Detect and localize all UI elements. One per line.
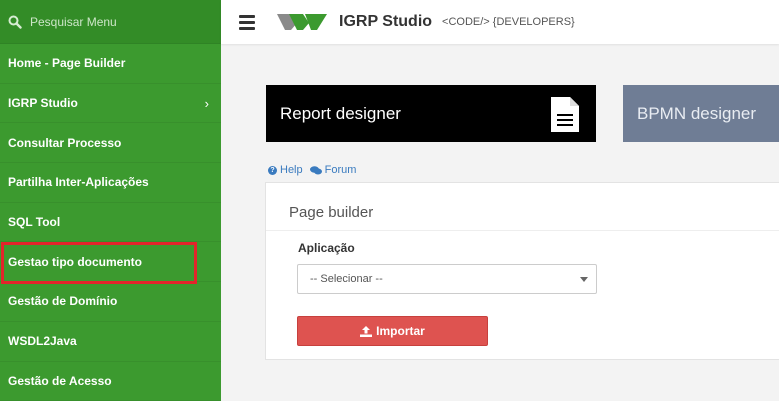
chevron-right-icon: › [204, 95, 209, 111]
sidebar-item-label: WSDL2Java [8, 334, 77, 349]
sidebar-item-wsdl2java[interactable]: WSDL2Java [0, 322, 221, 362]
aplicacao-label: Aplicação [298, 241, 355, 255]
sidebar-item-consultar-processo[interactable]: Consultar Processo [0, 123, 221, 164]
sidebar-item-label: Home - Page Builder [8, 56, 126, 71]
bpmn-designer-tile[interactable]: BPMN designer [623, 85, 779, 142]
sidebar-item-label: Consultar Processo [8, 135, 122, 150]
aplicacao-select[interactable]: -- Selecionar -- [297, 264, 597, 294]
help-links: ? Help Forum [268, 164, 356, 176]
sidebar-search [0, 0, 221, 44]
top-header: IGRP Studio <CODE/> {DEVELOPERS} [221, 0, 779, 44]
sidebar-item-label: Gestao tipo documento [8, 254, 143, 269]
upload-icon [360, 325, 373, 337]
forum-link[interactable]: Forum [309, 164, 356, 176]
divider [266, 230, 779, 231]
igrp-logo [277, 14, 327, 30]
help-icon: ? [268, 165, 277, 175]
hamburger-menu-icon[interactable] [239, 14, 255, 30]
sidebar-item-gestao-de-acesso[interactable]: Gestão de Acesso [0, 362, 221, 401]
document-icon [551, 97, 579, 132]
sidebar-item-label: Partilha Inter-Aplicações [8, 175, 149, 190]
help-link[interactable]: ? Help [268, 164, 303, 176]
import-button[interactable]: Importar [297, 316, 488, 346]
sidebar-item-home-page-builder[interactable]: Home - Page Builder [0, 44, 221, 84]
sidebar: Home - Page Builder IGRP Studio › Consult… [0, 0, 221, 401]
sidebar-item-gestao-de-dominio[interactable]: Gestão de Domínio [0, 282, 221, 322]
search-input[interactable] [30, 14, 200, 29]
report-designer-tile[interactable]: Report designer [266, 85, 596, 142]
sidebar-item-label: Gestão de Acesso [8, 373, 112, 388]
select-value: -- Selecionar -- [310, 273, 383, 285]
panel-title: Page builder [289, 204, 374, 221]
search-icon [8, 15, 22, 29]
app-subtitle: <CODE/> {DEVELOPERS} [442, 16, 575, 28]
sidebar-item-gestao-tipo-documento[interactable]: Gestao tipo documento [0, 242, 221, 283]
sidebar-item-sql-tool[interactable]: SQL Tool [0, 203, 221, 243]
tile-label: BPMN designer [637, 103, 757, 123]
caret-down-icon [580, 277, 588, 282]
sidebar-item-label: IGRP Studio [8, 96, 78, 111]
page-builder-panel: Page builder Aplicação -- Selecionar -- … [265, 182, 779, 360]
sidebar-item-label: Gestão de Domínio [8, 294, 118, 309]
app-title: IGRP Studio [339, 13, 433, 30]
sidebar-menu: Home - Page Builder IGRP Studio › Consult… [0, 44, 221, 401]
sidebar-item-label: SQL Tool [8, 215, 61, 230]
tile-label: Report designer [280, 103, 401, 123]
sidebar-item-partilha-inter-aplicacoes[interactable]: Partilha Inter-Aplicações [0, 163, 221, 203]
sidebar-item-igrp-studio[interactable]: IGRP Studio › [0, 84, 221, 124]
forum-icon [309, 165, 322, 174]
